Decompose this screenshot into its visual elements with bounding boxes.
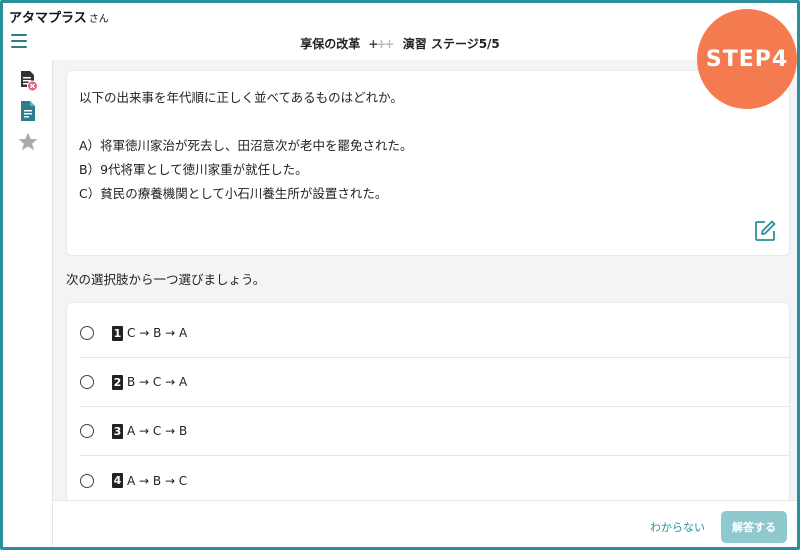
choice-option-1[interactable]: 1 C → B → A: [79, 309, 789, 358]
document-error-icon[interactable]: [17, 70, 39, 92]
page-title: 享保の改革 +++ 演習 ステージ5/5: [3, 35, 797, 52]
choice-number: 2: [112, 374, 123, 390]
choice-number: 3: [112, 423, 123, 439]
submit-answer-button[interactable]: 解答する: [721, 511, 787, 543]
choice-number: 1: [112, 325, 123, 341]
choice-text: A → B → C: [127, 473, 188, 488]
radio-button[interactable]: [80, 375, 94, 389]
question-prompt: 以下の出来事を年代順に正しく並べてあるものはどれか。: [79, 90, 403, 105]
event-b: B）9代将軍として徳川家重が就任した。: [79, 162, 308, 177]
app-frame: アタマプラス さん 享保の改革 +++ 演習 ステージ5/5 以下の出来事を年代…: [0, 0, 800, 550]
username: アタマプラス: [9, 11, 87, 26]
radio-button[interactable]: [80, 473, 94, 488]
event-c: C）貧民の療養機関として小石川養生所が設置された。: [79, 186, 388, 201]
footer-bar: わからない 解答する: [53, 500, 797, 547]
radio-button[interactable]: [80, 424, 94, 438]
main-content: 以下の出来事を年代順に正しく並べてあるものはどれか。 A）将軍徳川家治が死去し、…: [53, 60, 797, 512]
dont-know-link[interactable]: わからない: [650, 519, 705, 535]
choice-text: B → C → A: [127, 375, 188, 389]
user-name-area: アタマプラス さん: [9, 7, 109, 26]
choice-option-3[interactable]: 3 A → C → B: [79, 407, 789, 456]
choices-list: 1 C → B → A 2 B → C → A 3 A → C → B 4 A …: [66, 302, 790, 512]
star-icon[interactable]: [17, 131, 39, 153]
choice-text: A → C → B: [127, 424, 188, 438]
step-badge: STEP4: [697, 9, 797, 109]
title-topic: 享保の改革: [300, 37, 361, 51]
sidebar: [3, 60, 53, 547]
radio-button[interactable]: [80, 326, 94, 340]
document-icon[interactable]: [17, 100, 39, 122]
choice-number: 4: [112, 473, 123, 488]
question-card: 以下の出来事を年代順に正しく並べてあるものはどれか。 A）将軍徳川家治が死去し、…: [66, 70, 790, 256]
choice-option-2[interactable]: 2 B → C → A: [79, 358, 789, 407]
honorific: さん: [88, 14, 109, 25]
instruction-text: 次の選択肢から一つ選びましょう。: [66, 272, 266, 287]
choice-option-4[interactable]: 4 A → B → C: [79, 456, 789, 505]
title-mode: 演習 ステージ5/5: [402, 37, 500, 51]
header: アタマプラス さん 享保の改革 +++ 演習 ステージ5/5: [3, 3, 797, 60]
choice-text: C → B → A: [127, 326, 188, 340]
memo-edit-icon[interactable]: [753, 219, 777, 243]
plus-icons: +++: [368, 37, 394, 51]
event-a: A）将軍徳川家治が死去し、田沼意次が老中を罷免された。: [79, 138, 413, 153]
